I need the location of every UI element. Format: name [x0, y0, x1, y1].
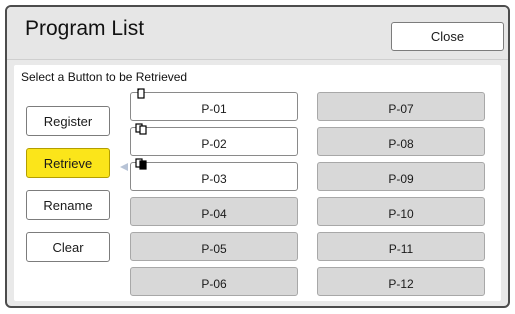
program-button-p02[interactable]: P-02	[130, 123, 298, 156]
program-label: P-06	[201, 276, 227, 291]
program-label: P-04	[201, 206, 227, 221]
program-button-p04[interactable]: P-04	[130, 197, 298, 226]
clear-button[interactable]: Clear	[26, 232, 110, 262]
program-label: P-05	[201, 241, 227, 256]
program-label: P-09	[388, 171, 414, 186]
program-label: P-10	[388, 206, 414, 221]
program-label: P-03	[201, 171, 227, 186]
program-label: P-01	[201, 101, 227, 116]
instruction-text: Select a Button to be Retrieved	[21, 70, 188, 84]
program-label: P-02	[201, 136, 227, 151]
program-button-p08[interactable]: P-08	[317, 127, 485, 156]
program-label: P-07	[388, 101, 414, 116]
program-label: P-08	[388, 136, 414, 151]
pointer-arrow-icon	[120, 163, 128, 171]
program-button-p12[interactable]: P-12	[317, 267, 485, 296]
rename-button[interactable]: Rename	[26, 190, 110, 220]
multi-page-black-icon	[135, 158, 147, 170]
multi-page-icon	[135, 123, 147, 135]
program-button-p10[interactable]: P-10	[317, 197, 485, 226]
single-page-icon	[137, 88, 145, 99]
dialog-header: Program List Close	[7, 7, 508, 60]
register-button[interactable]: Register	[26, 106, 110, 136]
program-list-dialog: Program List Close Select a Button to be…	[5, 5, 510, 308]
program-button-p11[interactable]: P-11	[317, 232, 485, 261]
program-button-p06[interactable]: P-06	[130, 267, 298, 296]
program-button-p05[interactable]: P-05	[130, 232, 298, 261]
retrieve-button[interactable]: Retrieve	[26, 148, 110, 178]
program-button-p03[interactable]: P-03	[130, 158, 298, 191]
program-button-p09[interactable]: P-09	[317, 162, 485, 191]
program-button-p01[interactable]: P-01	[130, 88, 298, 121]
program-label: P-12	[388, 276, 414, 291]
program-button-p07[interactable]: P-07	[317, 92, 485, 121]
dialog-title: Program List	[25, 17, 145, 40]
close-button[interactable]: Close	[391, 22, 504, 51]
program-label: P-11	[388, 241, 414, 256]
